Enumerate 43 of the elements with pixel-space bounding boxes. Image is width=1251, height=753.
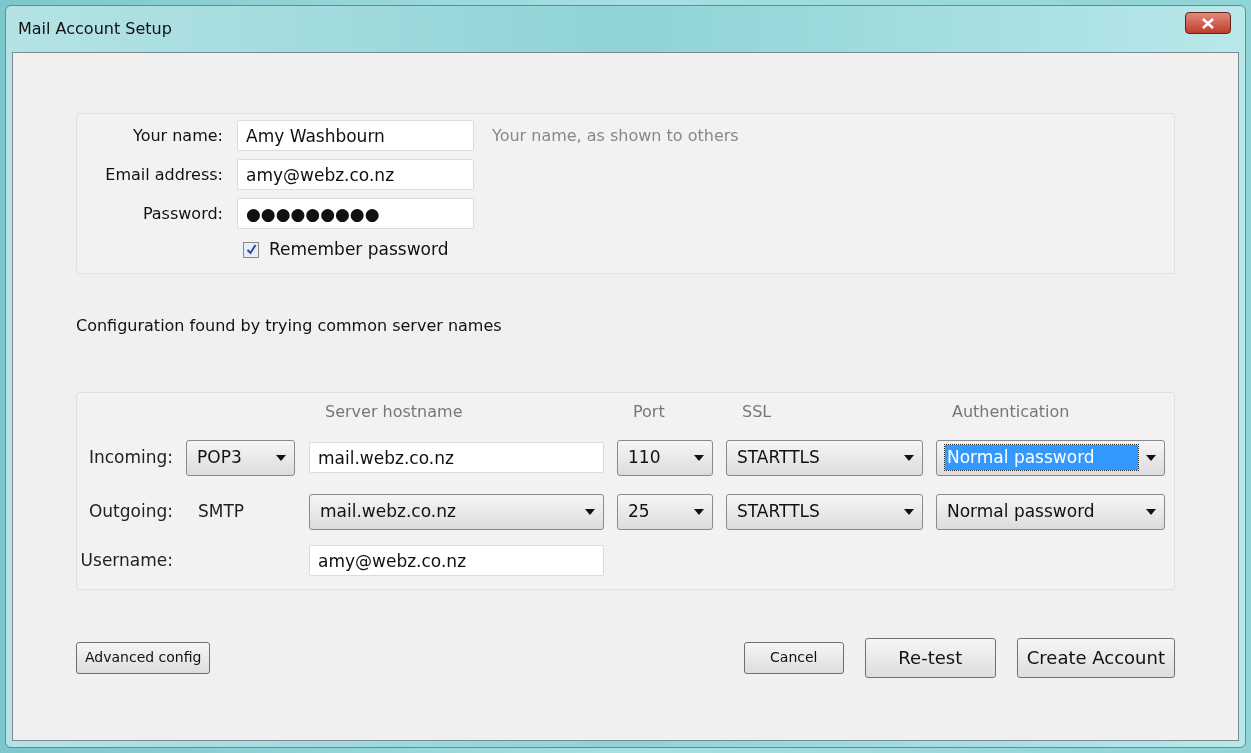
window-title: Mail Account Setup [18, 18, 172, 40]
field-label: Your name: [132, 124, 223, 147]
authentication-dropdown[interactable]: Normal password [936, 493, 1165, 530]
caret-icon [694, 454, 704, 461]
row-label: Incoming: [87, 445, 173, 469]
caret-icon [1146, 508, 1156, 515]
retest-button[interactable]: Re-test [864, 637, 996, 678]
caret-icon [276, 454, 286, 461]
input-field[interactable]: amy@webz.co.nz [237, 159, 474, 190]
password-field[interactable]: ●●●●●●●●● [237, 198, 474, 229]
check-icon [245, 244, 257, 256]
checkbox-label: Remember password [269, 238, 449, 261]
cancel-button[interactable]: Cancel [743, 641, 844, 674]
status-text: Configuration found by trying common server names [76, 314, 502, 337]
close-icon [1202, 17, 1214, 29]
ssl-dropdown[interactable]: STARTTLS [726, 493, 923, 530]
column-header: Port [633, 400, 666, 423]
advanced-config-button[interactable]: Advanced config [76, 641, 211, 674]
protocol-label: SMTP [197, 499, 245, 523]
checkbox[interactable] [243, 241, 259, 258]
caret-icon [694, 508, 704, 515]
row-label: Username: [79, 548, 173, 572]
caret-icon [585, 508, 595, 515]
column-header: SSL [742, 400, 773, 423]
input-field[interactable]: Amy Washbourn [237, 120, 474, 151]
field-label: Password: [141, 202, 223, 225]
hint-text: Your name, as shown to others [492, 124, 739, 147]
caret-icon [904, 508, 914, 515]
ssl-dropdown[interactable]: STARTTLS [726, 439, 923, 476]
close-button[interactable] [1185, 12, 1231, 34]
protocol-dropdown[interactable]: POP3 [186, 439, 295, 476]
caret-icon [1146, 454, 1156, 461]
caret-icon [904, 454, 914, 461]
port-dropdown[interactable]: 25 [617, 493, 713, 530]
hostname-field[interactable]: mail.webz.co.nz [309, 442, 604, 473]
column-header: Server hostname [325, 400, 464, 423]
column-header: Authentication [952, 400, 1070, 423]
hostname-dropdown[interactable]: mail.webz.co.nz [309, 493, 604, 530]
field-label: Email address: [104, 163, 223, 186]
username-field[interactable]: amy@webz.co.nz [309, 545, 604, 576]
row-label: Outgoing: [87, 499, 173, 523]
port-dropdown[interactable]: 110 [617, 439, 713, 476]
create-account-button[interactable]: Create Account [1016, 637, 1175, 678]
